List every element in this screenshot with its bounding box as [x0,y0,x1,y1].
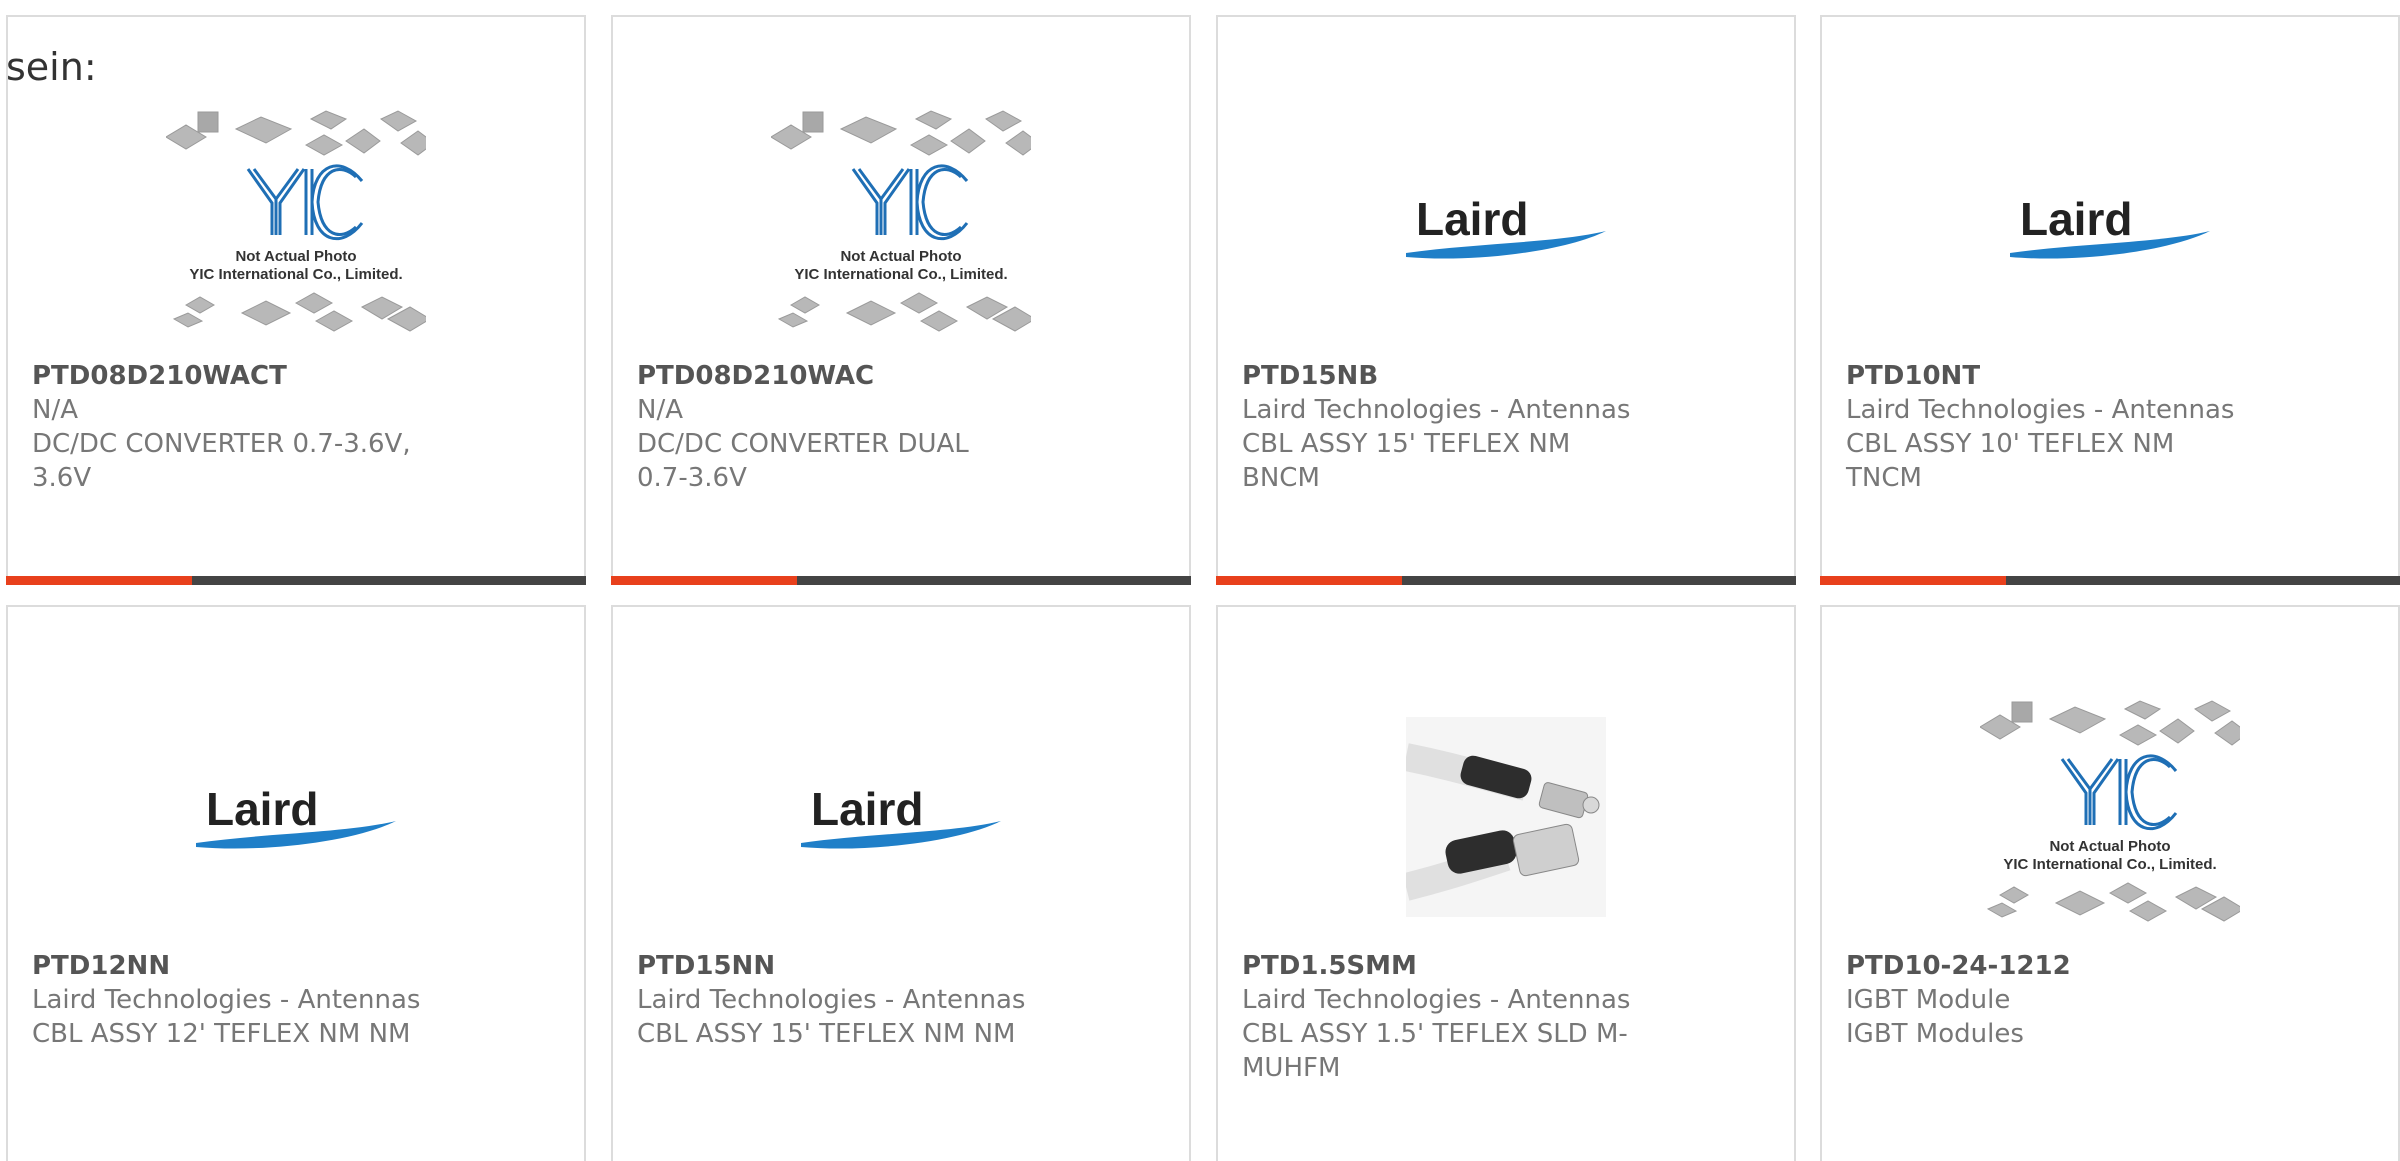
product-card[interactable]: Not Actual Photo YIC International Co., … [611,15,1191,585]
laird-logo-image[interactable]: Laird [8,677,584,957]
yic-placeholder-icon: Not Actual Photo YIC International Co., … [1980,700,2240,922]
laird-logo-image[interactable]: Laird [1822,87,2398,367]
product-card[interactable]: PTD1.5SMM Laird Technologies - Antennas … [1216,605,1796,1161]
svg-text:Laird: Laird [2020,193,2132,245]
laird-logo-image[interactable]: Laird [1218,87,1794,367]
manufacturer: N/A [637,395,683,425]
product-card[interactable]: Laird PTD10NT Laird Technologies - Anten… [1820,15,2400,585]
progress-fill [1820,576,2006,585]
manufacturer: IGBT Module [1846,985,2011,1015]
part-number[interactable]: PTD08D210WACT [32,359,422,393]
product-card[interactable]: Laird PTD12NN Laird Technologies - Anten… [6,605,586,1161]
description: CBL ASSY 1.5' TEFLEX SLD M-MUHFM [1242,1019,1628,1083]
svg-text:Not Actual Photo: Not Actual Photo [235,248,356,265]
manufacturer: N/A [32,395,78,425]
cable-photo-image[interactable] [1218,677,1794,957]
part-number[interactable]: PTD12NN [32,949,422,983]
product-image-placeholder[interactable]: Not Actual Photo YIC International Co., … [613,87,1189,367]
description: IGBT Modules [1846,1019,2024,1049]
part-number[interactable]: PTD10-24-1212 [1846,949,2236,983]
svg-text:YIC International Co., Limited: YIC International Co., Limited. [189,266,402,283]
laird-logo-icon: Laird [801,783,1001,849]
product-image-placeholder[interactable]: Not Actual Photo YIC International Co., … [8,87,584,367]
svg-text:Laird: Laird [1416,193,1528,245]
product-card[interactable]: Not Actual Photo YIC International Co., … [6,15,586,585]
progress-fill [6,576,192,585]
product-grid-page: sein: Not Actual Photo YIC International… [0,0,2400,1161]
svg-text:YIC International Co., Limited: YIC International Co., Limited. [2003,856,2216,873]
manufacturer: Laird Technologies - Antennas [637,985,1026,1015]
progress-bar [611,576,1191,585]
laird-logo-icon: Laird [1406,193,1606,259]
part-number[interactable]: PTD10NT [1846,359,2236,393]
product-card[interactable]: Laird PTD15NN Laird Technologies - Anten… [611,605,1191,1161]
svg-text:Not Actual Photo: Not Actual Photo [2049,838,2170,855]
svg-text:Laird: Laird [206,783,318,835]
page-label: sein: [6,45,97,89]
laird-logo-image[interactable]: Laird [613,677,1189,957]
yic-placeholder-icon: Not Actual Photo YIC International Co., … [771,110,1031,332]
progress-bar [1216,576,1796,585]
manufacturer: Laird Technologies - Antennas [32,985,421,1015]
manufacturer: Laird Technologies - Antennas [1242,395,1631,425]
laird-logo-icon: Laird [2010,193,2210,259]
manufacturer: Laird Technologies - Antennas [1846,395,2235,425]
part-number[interactable]: PTD1.5SMM [1242,949,1632,983]
yic-placeholder-icon: Not Actual Photo YIC International Co., … [166,110,426,332]
description: CBL ASSY 15' TEFLEX NM BNCM [1242,429,1571,493]
part-number[interactable]: PTD15NN [637,949,1027,983]
description: CBL ASSY 15' TEFLEX NM NM [637,1019,1016,1049]
part-number[interactable]: PTD08D210WAC [637,359,1027,393]
part-number[interactable]: PTD15NB [1242,359,1632,393]
product-card[interactable]: Laird PTD15NB Laird Technologies - Anten… [1216,15,1796,585]
description: DC/DC CONVERTER DUAL 0.7-3.6V [637,429,969,493]
description: CBL ASSY 12' TEFLEX NM NM [32,1019,411,1049]
progress-fill [1216,576,1402,585]
progress-bar [6,576,586,585]
product-card[interactable]: Not Actual Photo YIC International Co., … [1820,605,2400,1161]
svg-text:YIC International Co., Limited: YIC International Co., Limited. [794,266,1007,283]
progress-bar [1820,576,2400,585]
coax-cable-icon [1406,717,1606,917]
svg-text:Laird: Laird [811,783,923,835]
manufacturer: Laird Technologies - Antennas [1242,985,1631,1015]
svg-text:Not Actual Photo: Not Actual Photo [840,248,961,265]
progress-fill [611,576,797,585]
laird-logo-icon: Laird [196,783,396,849]
description: CBL ASSY 10' TEFLEX NM TNCM [1846,429,2175,493]
product-image-placeholder[interactable]: Not Actual Photo YIC International Co., … [1822,677,2398,957]
description: DC/DC CONVERTER 0.7-3.6V, 3.6V [32,429,411,493]
